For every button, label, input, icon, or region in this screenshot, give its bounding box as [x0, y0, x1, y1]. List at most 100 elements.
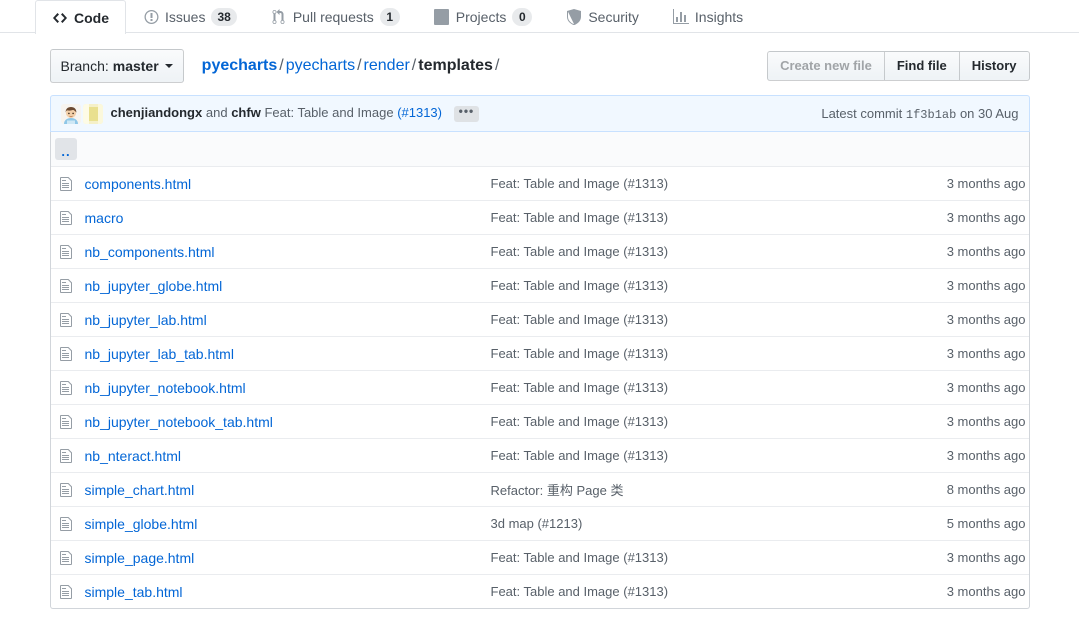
branch-prefix-label: Branch: [61, 58, 109, 74]
parent-directory-spacer-3 [884, 132, 1029, 167]
commit-message-cell[interactable]: Refactor: 重构 Page 类 [488, 473, 884, 507]
commit-message-cell[interactable]: Feat: Table and Image (#1313) [488, 405, 884, 439]
file-link[interactable]: nb_jupyter_lab_tab.html [85, 346, 234, 362]
project-icon [434, 9, 450, 25]
create-new-file-button[interactable]: Create new file [767, 51, 885, 81]
breadcrumb-crumb-pyecharts[interactable]: pyecharts [286, 57, 355, 74]
commit-message-cell[interactable]: Feat: Table and Image (#1313) [488, 575, 884, 609]
file-name-cell: components.html [82, 167, 488, 201]
graph-icon [673, 9, 689, 25]
commit-message-cell[interactable]: Feat: Table and Image (#1313) [488, 337, 884, 371]
file-name-cell: simple_page.html [82, 541, 488, 575]
parent-directory-spacer-1 [82, 132, 488, 167]
tab-security-label: Security [588, 1, 639, 33]
tab-pull-requests[interactable]: Pull requests 1 [254, 0, 417, 32]
table-row: nb_nteract.html Feat: Table and Image (#1… [51, 439, 1029, 473]
file-link[interactable]: simple_page.html [85, 550, 195, 566]
pull-requests-count: 1 [380, 8, 400, 26]
commit-age-cell: 3 months ago [884, 541, 1029, 575]
commit-message-cell[interactable]: Feat: Table and Image (#1313) [488, 201, 884, 235]
issues-count: 38 [211, 8, 236, 26]
breadcrumb-separator-1: / [277, 57, 285, 74]
commit-message-cell[interactable]: Feat: Table and Image (#1313) [488, 541, 884, 575]
history-button[interactable]: History [959, 51, 1030, 81]
file-link[interactable]: macro [85, 210, 124, 226]
commit-date: on 30 Aug [960, 106, 1019, 121]
repo-content-container: Branch: master pyecharts/pyecharts/rende… [50, 33, 1030, 609]
file-name-cell: simple_globe.html [82, 507, 488, 541]
commit-message-cell[interactable]: 3d map (#1213) [488, 507, 884, 541]
tab-projects[interactable]: Projects 0 [417, 0, 550, 32]
file-link[interactable]: simple_chart.html [85, 482, 195, 498]
commit-issue-link[interactable]: (#1313) [397, 105, 442, 120]
file-name-cell: nb_nteract.html [82, 439, 488, 473]
table-row: nb_components.html Feat: Table and Image … [51, 235, 1029, 269]
code-icon [52, 10, 68, 26]
file-link[interactable]: nb_components.html [85, 244, 215, 260]
table-row: macro Feat: Table and Image (#1313)3 mont… [51, 201, 1029, 235]
find-file-button[interactable]: Find file [884, 51, 960, 81]
commit-age-cell: 3 months ago [884, 167, 1029, 201]
commit-author-secondary[interactable]: chfw [231, 105, 261, 120]
repo-nav: Code Issues 38 Pull requests 1 Projects … [0, 0, 1079, 33]
file-link[interactable]: components.html [85, 176, 192, 192]
file-icon [51, 439, 82, 473]
avatar-chfw[interactable] [83, 104, 103, 124]
commit-author-primary[interactable]: chenjiandongx [111, 105, 203, 120]
parent-directory-icon[interactable]: .. [55, 138, 77, 160]
parent-directory-row[interactable]: .. [51, 132, 1029, 167]
commit-expand-button[interactable]: ••• [454, 106, 480, 122]
file-link[interactable]: nb_jupyter_notebook.html [85, 380, 246, 396]
file-table-body: .. components.html Feat: Table and Image … [51, 132, 1029, 608]
commit-age-cell: 3 months ago [884, 235, 1029, 269]
commit-age-cell: 3 months ago [884, 405, 1029, 439]
file-name-cell: macro [82, 201, 488, 235]
commit-message-cell[interactable]: Feat: Table and Image (#1313) [488, 235, 884, 269]
file-icon [51, 405, 82, 439]
commit-message-cell[interactable]: Feat: Table and Image (#1313) [488, 167, 884, 201]
file-icon [51, 507, 82, 541]
tab-pull-requests-label: Pull requests [293, 1, 374, 33]
commit-age-cell: 3 months ago [884, 371, 1029, 405]
latest-commit-label: Latest commit [821, 106, 902, 121]
breadcrumb-crumb-render[interactable]: render [364, 57, 410, 74]
file-link[interactable]: nb_jupyter_notebook_tab.html [85, 414, 273, 430]
commit-message-cell[interactable]: Feat: Table and Image (#1313) [488, 439, 884, 473]
commit-sha[interactable]: 1f3b1ab [906, 108, 956, 122]
commit-age-cell: 3 months ago [884, 201, 1029, 235]
tab-code[interactable]: Code [35, 0, 126, 34]
commit-author-conjunction: and [206, 105, 228, 120]
file-link[interactable]: nb_jupyter_globe.html [85, 278, 223, 294]
file-icon [51, 269, 82, 303]
projects-count: 0 [512, 8, 532, 26]
file-link[interactable]: nb_jupyter_lab.html [85, 312, 207, 328]
branch-select-button[interactable]: Branch: master [50, 49, 184, 83]
tab-insights[interactable]: Insights [656, 0, 760, 32]
commit-message-cell[interactable]: Feat: Table and Image (#1313) [488, 303, 884, 337]
file-link[interactable]: nb_nteract.html [85, 448, 182, 464]
file-icon [51, 337, 82, 371]
commit-message[interactable]: Feat: Table and Image [264, 105, 393, 120]
table-row: simple_tab.html Feat: Table and Image (#1… [51, 575, 1029, 609]
branch-name: master [113, 58, 159, 74]
avatar-chenjiandongx[interactable] [61, 104, 81, 124]
file-icon [51, 303, 82, 337]
commit-message-cell[interactable]: Feat: Table and Image (#1313) [488, 269, 884, 303]
file-icon [51, 167, 82, 201]
table-row: components.html Feat: Table and Image (#1… [51, 167, 1029, 201]
tab-code-label: Code [74, 2, 109, 34]
table-row: simple_page.html Feat: Table and Image (#… [51, 541, 1029, 575]
tab-insights-label: Insights [695, 1, 743, 33]
commit-message-cell[interactable]: Feat: Table and Image (#1313) [488, 371, 884, 405]
file-link[interactable]: simple_tab.html [85, 584, 183, 600]
file-link[interactable]: simple_globe.html [85, 516, 198, 532]
file-name-cell: nb_components.html [82, 235, 488, 269]
parent-directory-spacer-2 [488, 132, 884, 167]
shield-icon [566, 9, 582, 25]
tab-issues[interactable]: Issues 38 [126, 0, 254, 32]
tab-security[interactable]: Security [549, 0, 656, 32]
commit-age-cell: 5 months ago [884, 507, 1029, 541]
breadcrumb-repo[interactable]: pyecharts [202, 57, 278, 74]
file-name-cell: simple_chart.html [82, 473, 488, 507]
file-name-cell: nb_jupyter_lab.html [82, 303, 488, 337]
